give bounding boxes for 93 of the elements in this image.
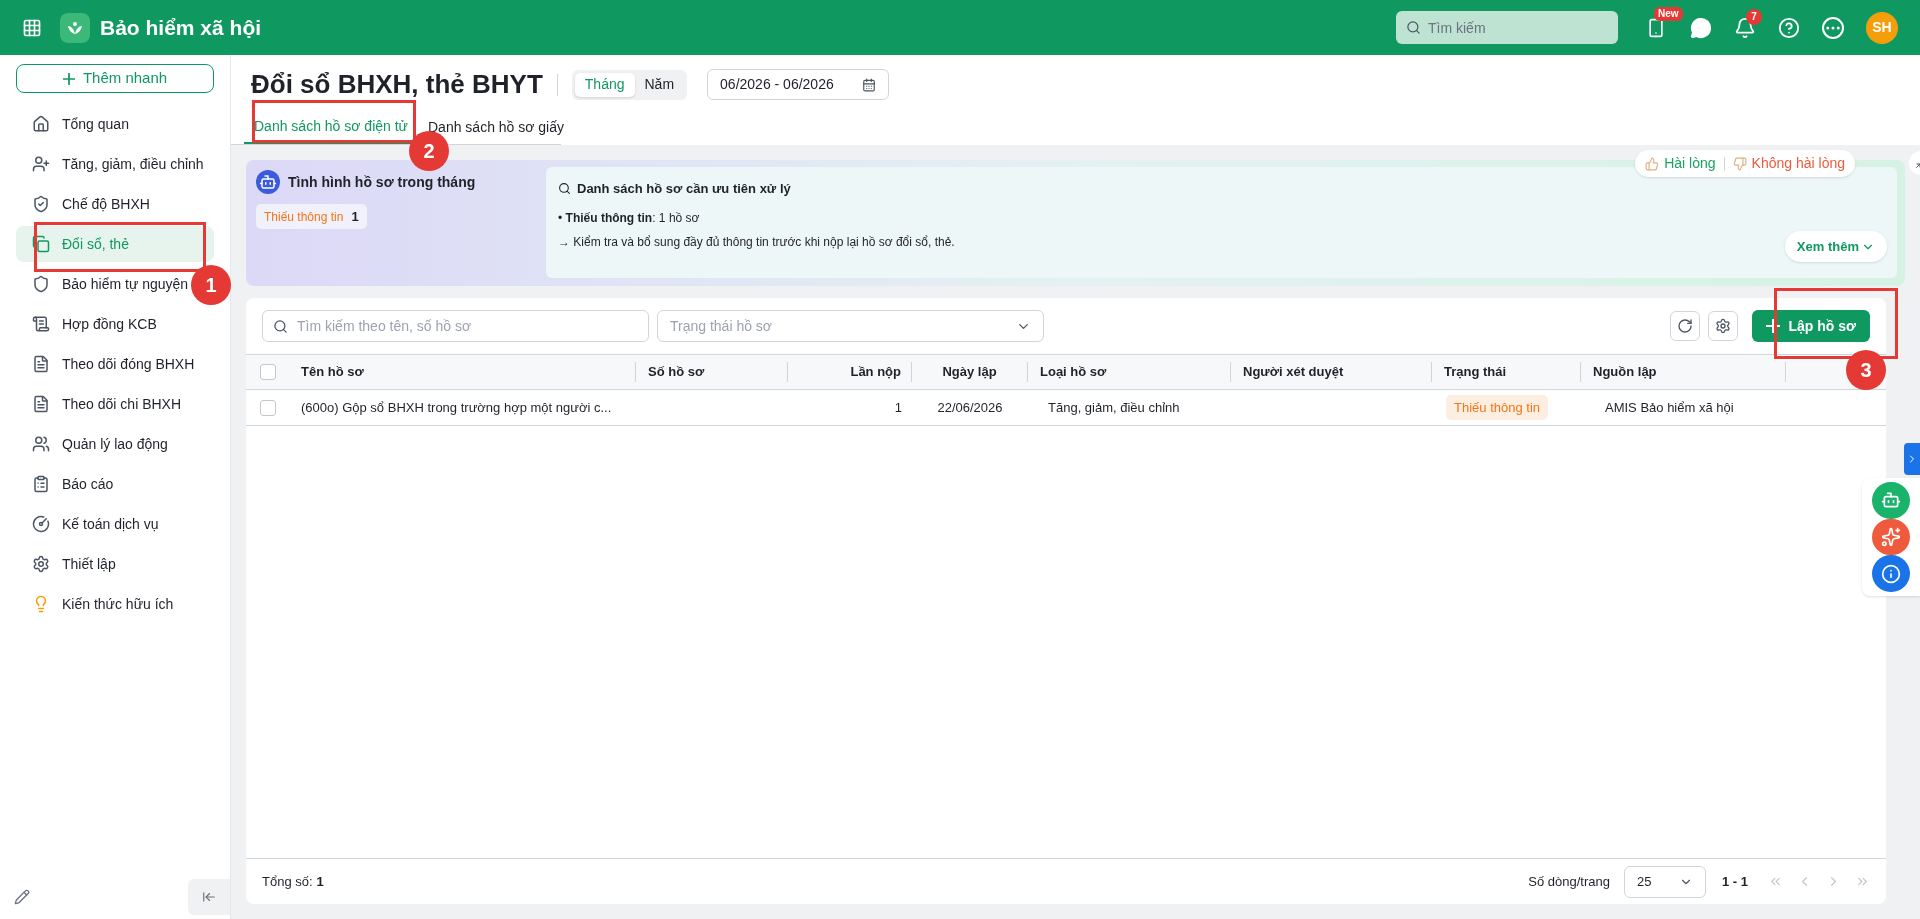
column-header: Ngày lập xyxy=(942,363,997,382)
sidebar-item[interactable]: Chế độ BHXH xyxy=(16,186,214,222)
page-title: Đổi sổ BHXH, thẻ BHYT xyxy=(251,68,543,101)
refresh-button[interactable] xyxy=(1670,311,1701,341)
step-marker: 1 xyxy=(191,265,231,305)
column-header: Trạng thái xyxy=(1444,363,1507,382)
status-chip[interactable]: Thiếu thông tin 1 xyxy=(256,204,367,229)
chatbot-button[interactable] xyxy=(1872,482,1910,519)
sidebar-item[interactable]: Tăng, giảm, điều chỉnh xyxy=(16,146,214,182)
users-icon xyxy=(32,435,50,453)
sidebar-item[interactable]: Thiết lập xyxy=(16,546,214,582)
table-cell-text: Tăng, giảm, điều chỉnh xyxy=(1047,398,1181,417)
see-more-button[interactable]: Xem thêm xyxy=(1784,231,1887,262)
sidebar-item[interactable]: Bảo hiểm tự nguyện xyxy=(16,266,191,302)
info-button[interactable] xyxy=(1872,555,1910,592)
sidebar-item[interactable]: Kiến thức hữu ích xyxy=(16,586,214,622)
status-badge: Thiếu thông tin xyxy=(1446,394,1548,421)
sidebar-item[interactable]: Quản lý lao động xyxy=(16,426,214,462)
sidebar-item[interactable]: Kế toán dịch vụ xyxy=(16,506,214,542)
edit-icon[interactable] xyxy=(14,889,30,905)
clipboard-icon xyxy=(32,475,50,493)
page-size-dropdown[interactable]: 25 xyxy=(1624,865,1706,898)
total-label: Tổng số: xyxy=(262,872,313,891)
search-field[interactable]: Tìm kiếm xyxy=(1396,11,1618,44)
checkbox[interactable] xyxy=(259,364,276,380)
sidebar-item[interactable]: Theo dõi đóng BHXH xyxy=(16,346,214,382)
user-icon xyxy=(32,155,50,173)
document-icon xyxy=(32,395,50,413)
robot-icon xyxy=(256,170,280,194)
table-cell-text: 22/06/2026 xyxy=(937,398,1003,417)
column-header: Số hồ sơ xyxy=(648,363,705,382)
sparkle-icon xyxy=(1881,527,1901,547)
column-header: Lần nộp xyxy=(850,363,901,382)
collapse-sidebar-button[interactable] xyxy=(188,879,230,915)
period-option[interactable]: Năm xyxy=(634,72,685,97)
new-badge: New xyxy=(1654,6,1683,21)
step-marker: 2 xyxy=(409,131,449,171)
sidebar-item[interactable]: Theo dõi chi BHXH xyxy=(16,386,214,422)
period-option[interactable]: Tháng xyxy=(574,72,635,97)
settings-button[interactable] xyxy=(1708,311,1739,341)
scroll-icon xyxy=(32,315,50,333)
copy-icon xyxy=(32,235,50,253)
priority-hint: → Kiểm tra và bổ sung đầy đủ thông tin trước khi nộp lại hồ sơ đổi sổ, thẻ. xyxy=(558,233,955,251)
date-range-field[interactable]: 06/2026 - 06/2026 xyxy=(707,69,890,100)
status-count: 1 xyxy=(351,207,359,226)
thumbs-up-icon xyxy=(1645,156,1660,171)
thumbs-down-icon xyxy=(1732,156,1747,171)
expand-panel-tab[interactable] xyxy=(1904,443,1920,475)
app-title: Bảo hiểm xã hội xyxy=(100,14,262,41)
chat-icon[interactable] xyxy=(1690,16,1712,39)
home-icon xyxy=(32,115,50,133)
collapse-icon xyxy=(202,890,216,904)
calendar-icon xyxy=(862,77,877,92)
logo-icon xyxy=(60,12,90,43)
page-range: 1 - 1 xyxy=(1722,872,1748,891)
column-header: Loại hồ sơ xyxy=(1040,363,1107,382)
info-icon xyxy=(1881,563,1901,584)
shield-icon xyxy=(32,275,50,293)
help-icon[interactable] xyxy=(1778,16,1800,39)
settings-icon xyxy=(1715,318,1732,334)
sidebar-item[interactable]: Báo cáo xyxy=(16,466,214,502)
table-cell-text: (600o) Gộp sổ BHXH trong trường hợp một người c... xyxy=(300,398,613,417)
quick-add-button[interactable]: Thêm nhanh xyxy=(16,64,214,93)
document-icon xyxy=(32,355,50,373)
gauge-icon xyxy=(32,515,50,533)
notification-count: 7 xyxy=(1746,8,1762,25)
total-count: 1 xyxy=(316,872,324,891)
app-grid-icon[interactable] xyxy=(22,17,42,38)
search-icon xyxy=(273,319,288,334)
checkbox[interactable] xyxy=(259,399,276,416)
summary-title: Tình hình hồ sơ trong tháng xyxy=(288,172,476,192)
settings-icon xyxy=(32,555,50,573)
search-icon xyxy=(558,182,571,196)
create-record-button[interactable]: Lập hồ sơ xyxy=(1752,310,1870,342)
priority-line: • Thiếu thông tin: 1 hồ sơ xyxy=(558,209,700,227)
plus-icon xyxy=(1766,319,1781,333)
shield-icon xyxy=(32,195,50,213)
sidebar-item[interactable]: Tổng quan xyxy=(16,106,214,142)
search-field[interactable]: Tìm kiếm theo tên, số hồ sơ xyxy=(262,310,649,342)
table-cell-text: 1 xyxy=(894,398,903,417)
column-header: Người xét duyệt xyxy=(1243,363,1344,382)
page-size-label: Số dòng/trang xyxy=(1528,872,1610,891)
refresh-icon xyxy=(1677,318,1694,334)
column-header: Tên hồ sơ xyxy=(301,363,364,382)
search-icon xyxy=(1406,20,1421,35)
ai-button[interactable] xyxy=(1872,518,1910,556)
column-header: Nguồn lập xyxy=(1593,363,1657,382)
plus-icon xyxy=(62,72,75,85)
table-cell-text: AMIS Bảo hiểm xã hội xyxy=(1604,398,1735,417)
priority-title: Danh sách hồ sơ cần ưu tiên xử lý xyxy=(577,180,791,198)
more-icon[interactable] xyxy=(1822,16,1844,39)
sidebar-item[interactable]: Hợp đồng KCB xyxy=(16,306,214,342)
robot-icon xyxy=(1881,490,1901,511)
